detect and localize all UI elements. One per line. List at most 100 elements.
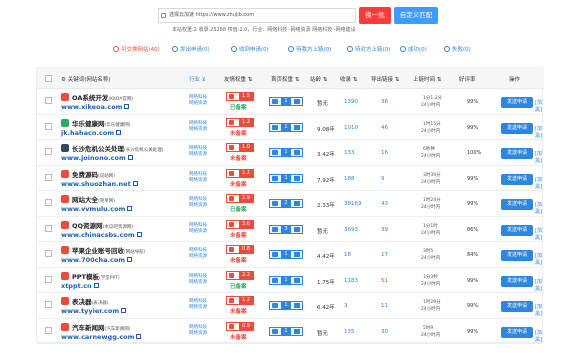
row-checkbox[interactable] xyxy=(45,250,52,257)
external-link-icon[interactable] xyxy=(116,129,122,135)
outlink-count[interactable]: 16 xyxy=(381,150,388,156)
external-link-icon[interactable] xyxy=(127,155,133,160)
col-home[interactable]: 首页权重 ⇅ xyxy=(271,75,299,83)
blacklist-link[interactable]: [加黑] xyxy=(535,150,544,164)
blacklist-link[interactable]: [加黑] xyxy=(535,252,544,266)
external-link-icon[interactable] xyxy=(127,206,133,211)
send-request-button[interactable]: 发送申请 xyxy=(501,326,533,338)
site-url: www.xikeoa.com xyxy=(61,103,123,111)
col-icp[interactable]: 友情权重 ⇅ xyxy=(224,75,252,83)
custom-match-button[interactable]: 自定义匹配 xyxy=(394,7,438,24)
send-request-button[interactable]: 发送申请 xyxy=(501,224,533,236)
row-checkbox[interactable] xyxy=(45,326,52,334)
filter-tab[interactable]: 可交换网站(40) xyxy=(113,45,160,53)
filter-tab[interactable]: 待对方上链(0) xyxy=(347,45,390,53)
site-keyword[interactable]: 免费源码(说站网) xyxy=(72,169,115,179)
index-count[interactable]: 133 xyxy=(344,150,355,156)
filter-tab[interactable]: 收到申请(0) xyxy=(231,45,269,53)
index-count[interactable]: 1183 xyxy=(344,278,358,284)
send-request-button[interactable]: 发送申请 xyxy=(501,173,533,185)
external-link-icon[interactable] xyxy=(121,308,127,313)
outlink-count[interactable]: 9 xyxy=(381,176,385,182)
row-checkbox[interactable] xyxy=(45,301,52,308)
external-link-icon[interactable] xyxy=(136,231,142,237)
site-keyword[interactable]: 华乐健康网(华乐健康网) xyxy=(72,118,131,128)
blacklist-link[interactable]: [加黑] xyxy=(535,329,544,343)
external-link-icon[interactable] xyxy=(124,104,130,109)
outlink-count[interactable]: 11 xyxy=(381,303,388,309)
site-url-link[interactable]: www.tyyier.com xyxy=(61,307,127,315)
outlink-count[interactable]: 39 xyxy=(381,227,388,233)
blacklist-link[interactable]: [加黑] xyxy=(535,303,544,317)
outlink-count[interactable]: 30 xyxy=(381,329,388,335)
site-keyword[interactable]: 苹果企业账号回收(网站导航) xyxy=(72,245,146,255)
blacklist-link[interactable]: [加黑] xyxy=(535,227,544,241)
outlink-count[interactable]: 51 xyxy=(381,278,388,284)
external-link-icon[interactable] xyxy=(93,282,99,288)
col-uptime[interactable]: 上链时间 ⇅ xyxy=(413,75,441,83)
site-url-link[interactable]: www.carnewgg.com xyxy=(61,333,142,341)
site-keyword[interactable]: OA系统开发(KKOA官网) xyxy=(72,92,133,102)
blacklist-link[interactable]: [加黑] xyxy=(535,176,544,190)
site-url-link[interactable]: www.vvmulu.com xyxy=(61,205,133,213)
index-count[interactable]: 38169 xyxy=(344,201,362,207)
index-count[interactable]: 188 xyxy=(344,176,355,182)
outlink-count[interactable]: 46 xyxy=(381,125,388,131)
col-rate[interactable]: 好评率 xyxy=(459,75,476,83)
external-link-icon[interactable] xyxy=(136,333,142,339)
send-request-button[interactable]: 发送申请 xyxy=(501,275,533,287)
site-keyword[interactable]: 汽车新闻网(汽车新闻网) xyxy=(72,322,131,332)
site-keyword[interactable]: 长沙危机公关处理(长沙危机公关处理) xyxy=(72,143,164,153)
select-all-checkbox[interactable] xyxy=(45,75,52,82)
send-request-button[interactable]: 发送申请 xyxy=(501,148,533,159)
site-url-link[interactable]: www.chinacsbs.com xyxy=(61,231,142,239)
filter-tab[interactable]: 成功(0) xyxy=(400,45,427,53)
blacklist-link[interactable]: [加黑] xyxy=(535,278,544,292)
site-keyword[interactable]: PPT模板(学堂PPT) xyxy=(72,271,120,281)
change-batch-button[interactable]: 换一批 xyxy=(359,7,391,24)
index-count[interactable]: 3 xyxy=(344,303,348,309)
outlink-count[interactable]: 36 xyxy=(381,99,388,105)
send-request-button[interactable]: 发送申请 xyxy=(501,250,533,261)
site-url-link[interactable]: www.xikeoa.com xyxy=(61,103,130,111)
send-request-button[interactable]: 发送申请 xyxy=(501,122,533,134)
send-request-button[interactable]: 发送申请 xyxy=(501,301,533,312)
blacklist-link[interactable]: [加黑] xyxy=(535,99,544,113)
row-checkbox[interactable] xyxy=(45,224,52,232)
index-count[interactable]: 18 xyxy=(344,252,351,258)
row-checkbox[interactable] xyxy=(45,199,52,206)
site-url-link[interactable]: www.700cha.com xyxy=(61,256,133,264)
site-select[interactable]: 选择云加速 https://www.zhujib.com xyxy=(158,8,356,23)
external-link-icon[interactable] xyxy=(132,180,138,186)
row-checkbox[interactable] xyxy=(45,275,52,283)
index-count[interactable]: 1390 xyxy=(344,99,358,105)
index-count[interactable]: 3693 xyxy=(344,227,358,233)
site-keyword[interactable]: QQ资源网(木瓜吧资源网) xyxy=(72,220,133,230)
site-keyword[interactable]: 网站大全(简单网) xyxy=(72,194,115,204)
col-outlinks[interactable]: 导出链接 ⇅ xyxy=(371,75,399,83)
filter-tab[interactable]: 发出申请(0) xyxy=(172,45,210,53)
filter-tab[interactable]: 失败(0) xyxy=(444,45,471,53)
row-checkbox[interactable] xyxy=(45,122,52,130)
site-keyword[interactable]: 表决器(表决器) xyxy=(72,296,109,306)
filter-tab[interactable]: 待我方上链(0) xyxy=(288,45,331,53)
outlink-count[interactable]: 17 xyxy=(381,252,388,258)
blacklist-link[interactable]: [加黑] xyxy=(535,125,544,139)
index-count[interactable]: 135 xyxy=(344,329,355,335)
row-checkbox[interactable] xyxy=(45,148,52,155)
external-link-icon[interactable] xyxy=(127,257,133,262)
site-url-link[interactable]: jk.hahacn.com xyxy=(61,129,122,137)
row-checkbox[interactable] xyxy=(45,97,52,104)
site-url-link[interactable]: xtppt.cn xyxy=(61,282,99,290)
col-index[interactable]: 收录 ⇅ xyxy=(340,75,357,83)
outlink-count[interactable]: 43 xyxy=(381,201,388,207)
site-url-link[interactable]: www.shuozhan.net xyxy=(61,180,138,188)
col-industry[interactable]: 行业 ⊻ xyxy=(189,75,206,83)
send-request-button[interactable]: 发送申请 xyxy=(501,199,533,210)
col-age[interactable]: 站龄 ⇅ xyxy=(310,75,327,83)
send-request-button[interactable]: 发送申请 xyxy=(501,97,533,108)
row-checkbox[interactable] xyxy=(45,173,52,181)
site-url-link[interactable]: www.joinono.com xyxy=(61,154,133,162)
index-count[interactable]: 1010 xyxy=(344,125,358,131)
blacklist-link[interactable]: [加黑] xyxy=(535,201,544,215)
